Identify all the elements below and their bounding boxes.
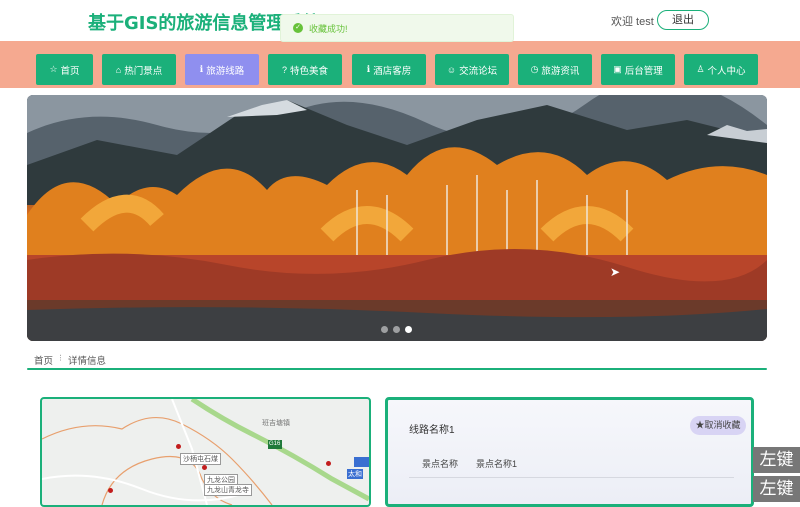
star-icon: ☆ — [49, 64, 58, 74]
nav-item-routes[interactable]: ℹ 旅游线路 — [185, 54, 259, 85]
map-label: 太和 — [347, 469, 363, 479]
nav-item-label: 酒店客房 — [373, 65, 412, 77]
breadcrumb-home[interactable]: 首页 — [34, 353, 53, 367]
main-nav: ☆ 首页 ⌂ 热门景点 ℹ 旅游线路 ? 特色美食 ℹ 酒店客房 ☺ 交流论坛 … — [0, 41, 800, 88]
map-marker-icon[interactable] — [202, 465, 207, 470]
map-label: 九龙山青龙寺 — [204, 484, 252, 496]
map-label: 班吉塘镇 — [262, 420, 290, 427]
nav-item-label: 交流论坛 — [459, 65, 498, 77]
welcome-text: 欢迎 test — [611, 16, 654, 28]
carousel-dot[interactable] — [381, 326, 388, 333]
route-detail-card: 线路名称1 ★取消收藏 景点名称 景点名称1 — [385, 397, 754, 507]
time-icon: ◷ — [530, 64, 539, 74]
highway-shield: G16 — [269, 441, 281, 447]
spot-name-value: 景点名称1 — [476, 459, 518, 469]
carousel-dot[interactable] — [393, 326, 400, 333]
shopping-bag-icon: ⌂ — [115, 64, 122, 75]
breadcrumb: 首页 ⁝ 详情信息 — [34, 353, 106, 367]
nav-item-label: 个人中心 — [707, 65, 746, 77]
nav-item-profile[interactable]: ♙ 个人中心 — [684, 54, 758, 85]
autumn-landscape-image — [27, 95, 767, 341]
toast-text: 收藏成功! — [309, 24, 348, 34]
mouse-cursor-icon: ➤ — [610, 265, 621, 279]
banner-carousel[interactable]: ➤ — [27, 95, 767, 341]
left-key-overlay: 左键 — [753, 476, 800, 502]
left-key-overlay: 左键 — [753, 447, 800, 473]
map-marker-icon[interactable] — [108, 488, 113, 493]
carousel-dots — [381, 326, 412, 333]
breadcrumb-current: 详情信息 — [68, 356, 107, 367]
info-icon: ℹ — [366, 64, 371, 74]
nav-item-forum[interactable]: ☺ 交流论坛 — [435, 54, 509, 85]
nav-item-admin[interactable]: ▣ 后台管理 — [601, 54, 675, 85]
success-toast: ✓ 收藏成功! — [280, 14, 514, 42]
card-divider — [409, 477, 734, 478]
success-check-icon: ✓ — [293, 23, 303, 33]
route-map[interactable]: 沙柄屯石煤 九龙公园 九龙山青龙寺 班吉塘镇 G16 太和 — [40, 397, 371, 507]
nav-item-hot-spots[interactable]: ⌂ 热门景点 — [102, 54, 176, 85]
nav-item-home[interactable]: ☆ 首页 — [36, 54, 93, 85]
nav-item-label: 旅游资讯 — [541, 65, 580, 77]
nav-item-label: 特色美食 — [290, 65, 329, 77]
nav-item-label: 后台管理 — [624, 65, 663, 77]
breadcrumb-divider — [27, 368, 767, 370]
nav-item-hotel[interactable]: ℹ 酒店客房 — [352, 54, 426, 85]
map-marker-icon[interactable] — [326, 461, 331, 466]
nav-item-food[interactable]: ? 特色美食 — [268, 54, 342, 85]
map-label: 沙柄屯石煤 — [180, 453, 221, 465]
nav-item-label: 热门景点 — [124, 65, 163, 77]
suitcase-icon: ▣ — [613, 64, 622, 74]
carousel-dot-active[interactable] — [405, 326, 412, 333]
nav-item-label: 旅游线路 — [206, 65, 245, 77]
user-icon: ♙ — [696, 64, 705, 74]
nav-item-label: 首页 — [60, 65, 80, 77]
chat-icon: ☺ — [446, 64, 457, 75]
nav-item-news[interactable]: ◷ 旅游资讯 — [518, 54, 592, 85]
map-marker-icon[interactable] — [176, 444, 181, 449]
info-icon: ℹ — [199, 64, 204, 74]
question-icon: ? — [281, 64, 287, 75]
breadcrumb-separator-icon: ⁝ — [59, 353, 63, 364]
route-name: 线路名称1 — [409, 425, 455, 436]
uncollect-button[interactable]: ★取消收藏 — [690, 416, 746, 435]
logout-button[interactable]: 退出 — [657, 10, 709, 30]
spot-name-label: 景点名称 — [422, 459, 459, 469]
